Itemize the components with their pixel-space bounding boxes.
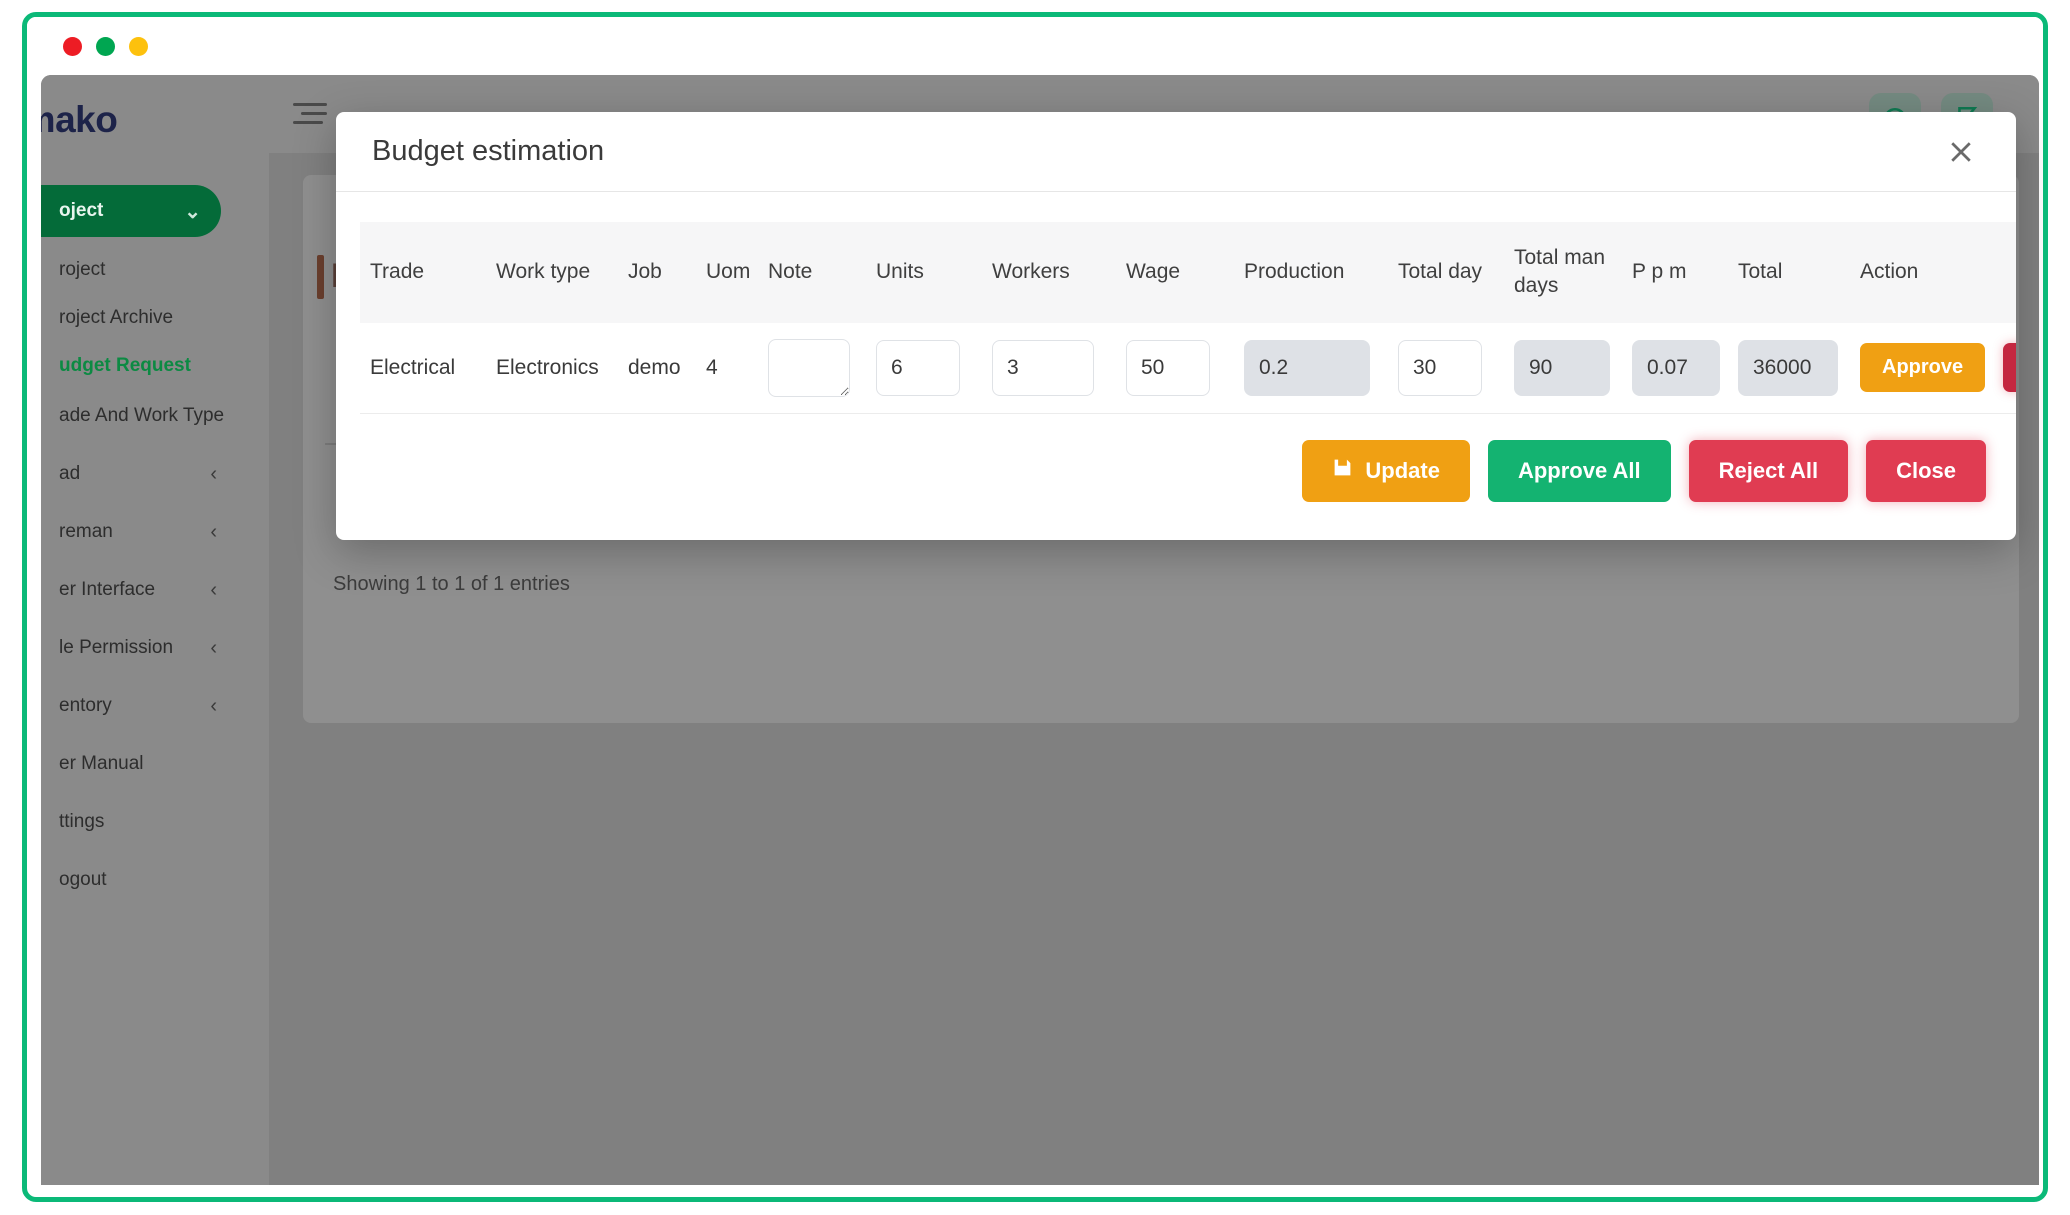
modal-title: Budget estimation xyxy=(372,135,604,168)
sidebar-item-trade-and-work-type[interactable]: ade And Work Type xyxy=(41,393,269,439)
cell-total xyxy=(1728,323,1850,414)
col-header-work-type: Work type xyxy=(486,222,618,323)
budget-estimation-modal: Budget estimation Trade Work type Job Uo… xyxy=(336,112,2016,540)
approve-button[interactable]: Approve xyxy=(1860,343,1985,392)
sidebar-item-project[interactable]: oject ⌄ xyxy=(41,185,221,237)
total-day-input[interactable] xyxy=(1398,340,1482,396)
page-accent-bar xyxy=(317,255,324,299)
save-icon xyxy=(1332,457,1353,484)
chevron-left-icon: ‹ xyxy=(210,463,217,486)
sidebar-item-foreman[interactable]: reman ‹ xyxy=(41,509,269,555)
workers-input[interactable] xyxy=(992,340,1094,396)
chevron-left-icon: ‹ xyxy=(210,521,217,544)
cell-uom: 4 xyxy=(696,323,758,414)
col-header-ppm: P p m xyxy=(1622,222,1728,323)
budget-estimation-table: Trade Work type Job Uom Note Units Worke… xyxy=(360,222,2016,414)
col-header-wage: Wage xyxy=(1116,222,1234,323)
sidebar-item-project-archive[interactable]: roject Archive xyxy=(41,297,269,339)
window-close-dot[interactable] xyxy=(63,37,82,56)
sidebar-item-label: ad xyxy=(59,463,80,485)
browser-frame: irmako oject ⌄ roject roject Archive udg… xyxy=(22,12,2048,1202)
col-header-total-man-days: Total man days xyxy=(1504,222,1622,323)
cell-workers xyxy=(982,323,1116,414)
total-input[interactable] xyxy=(1738,340,1838,396)
hamburger-icon[interactable] xyxy=(293,103,327,125)
sidebar-item-project-sub[interactable]: roject xyxy=(41,249,269,291)
sidebar-item-label: le Permission xyxy=(59,637,173,659)
sidebar-item-label: reman xyxy=(59,521,113,543)
col-header-workers: Workers xyxy=(982,222,1116,323)
modal-body: Trade Work type Job Uom Note Units Worke… xyxy=(336,192,2016,414)
sidebar-item-label: roject xyxy=(59,259,105,281)
window-maximize-dot[interactable] xyxy=(129,37,148,56)
col-header-note: Note xyxy=(758,222,866,323)
sidebar: irmako oject ⌄ roject roject Archive udg… xyxy=(41,75,269,1185)
chevron-down-icon: ⌄ xyxy=(184,199,201,224)
sidebar-item-label: entory xyxy=(59,695,112,717)
note-input[interactable] xyxy=(768,339,850,397)
ppm-input[interactable] xyxy=(1632,340,1720,396)
update-button[interactable]: Update xyxy=(1302,440,1470,502)
total-man-days-input[interactable] xyxy=(1514,340,1610,396)
cell-total-man-days xyxy=(1504,323,1622,414)
window-titlebar xyxy=(27,17,2043,75)
cell-production xyxy=(1234,323,1388,414)
sidebar-item-role-permission[interactable]: le Permission ‹ xyxy=(41,625,269,671)
sidebar-item-inventory[interactable]: entory ‹ xyxy=(41,683,269,729)
cell-action: Approve Reject xyxy=(1850,323,2016,414)
col-header-production: Production xyxy=(1234,222,1388,323)
cell-ppm xyxy=(1622,323,1728,414)
modal-header: Budget estimation xyxy=(336,112,2016,192)
col-header-action: Action xyxy=(1850,222,2016,323)
col-header-job: Job xyxy=(618,222,696,323)
reject-button[interactable]: Reject xyxy=(2003,343,2016,392)
wage-input[interactable] xyxy=(1126,340,1210,396)
sidebar-item-label: ttings xyxy=(59,811,104,833)
chevron-left-icon: ‹ xyxy=(210,637,217,660)
table-body: Electrical Electronics demo 4 xyxy=(360,323,2016,414)
sidebar-item-label: oject xyxy=(59,200,103,222)
table-row: Electrical Electronics demo 4 xyxy=(360,323,2016,414)
app-logo: irmako xyxy=(41,99,117,141)
col-header-trade: Trade xyxy=(360,222,486,323)
sidebar-item-label: er Interface xyxy=(59,579,155,601)
sidebar-nav: oject ⌄ roject roject Archive udget Requ… xyxy=(41,185,269,915)
units-input[interactable] xyxy=(876,340,960,396)
table-header-row: Trade Work type Job Uom Note Units Worke… xyxy=(360,222,2016,323)
close-icon[interactable] xyxy=(1940,131,1982,173)
table-header: Trade Work type Job Uom Note Units Worke… xyxy=(360,222,2016,323)
sidebar-item-label: ogout xyxy=(59,869,107,891)
chevron-left-icon: ‹ xyxy=(210,579,217,602)
sidebar-item-label: er Manual xyxy=(59,753,144,775)
col-header-units: Units xyxy=(866,222,982,323)
production-input[interactable] xyxy=(1244,340,1370,396)
cell-note xyxy=(758,323,866,414)
showing-entries-text: Showing 1 to 1 of 1 entries xyxy=(333,573,570,596)
sidebar-item-user-manual[interactable]: er Manual xyxy=(41,741,269,787)
cell-units xyxy=(866,323,982,414)
sidebar-item-settings[interactable]: ttings xyxy=(41,799,269,845)
approve-all-button[interactable]: Approve All xyxy=(1488,440,1671,502)
sidebar-item-label: udget Request xyxy=(59,355,191,377)
cell-work-type: Electronics xyxy=(486,323,618,414)
reject-all-button[interactable]: Reject All xyxy=(1689,440,1848,502)
chevron-left-icon: ‹ xyxy=(210,695,217,718)
modal-footer: Update Approve All Reject All Close xyxy=(336,414,2016,540)
sidebar-item-head[interactable]: ad ‹ xyxy=(41,451,269,497)
update-button-label: Update xyxy=(1365,458,1440,484)
close-button[interactable]: Close xyxy=(1866,440,1986,502)
col-header-total: Total xyxy=(1728,222,1850,323)
sidebar-item-logout[interactable]: ogout xyxy=(41,857,269,903)
cell-wage xyxy=(1116,323,1234,414)
col-header-uom: Uom xyxy=(696,222,758,323)
sidebar-item-label: roject Archive xyxy=(59,307,173,329)
sidebar-item-user-interface[interactable]: er Interface ‹ xyxy=(41,567,269,613)
sidebar-item-label: ade And Work Type xyxy=(59,405,224,427)
window-minimize-dot[interactable] xyxy=(96,37,115,56)
cell-total-day xyxy=(1388,323,1504,414)
cell-job: demo xyxy=(618,323,696,414)
col-header-total-day: Total day xyxy=(1388,222,1504,323)
cell-trade: Electrical xyxy=(360,323,486,414)
sidebar-item-budget-request[interactable]: udget Request xyxy=(41,345,269,387)
